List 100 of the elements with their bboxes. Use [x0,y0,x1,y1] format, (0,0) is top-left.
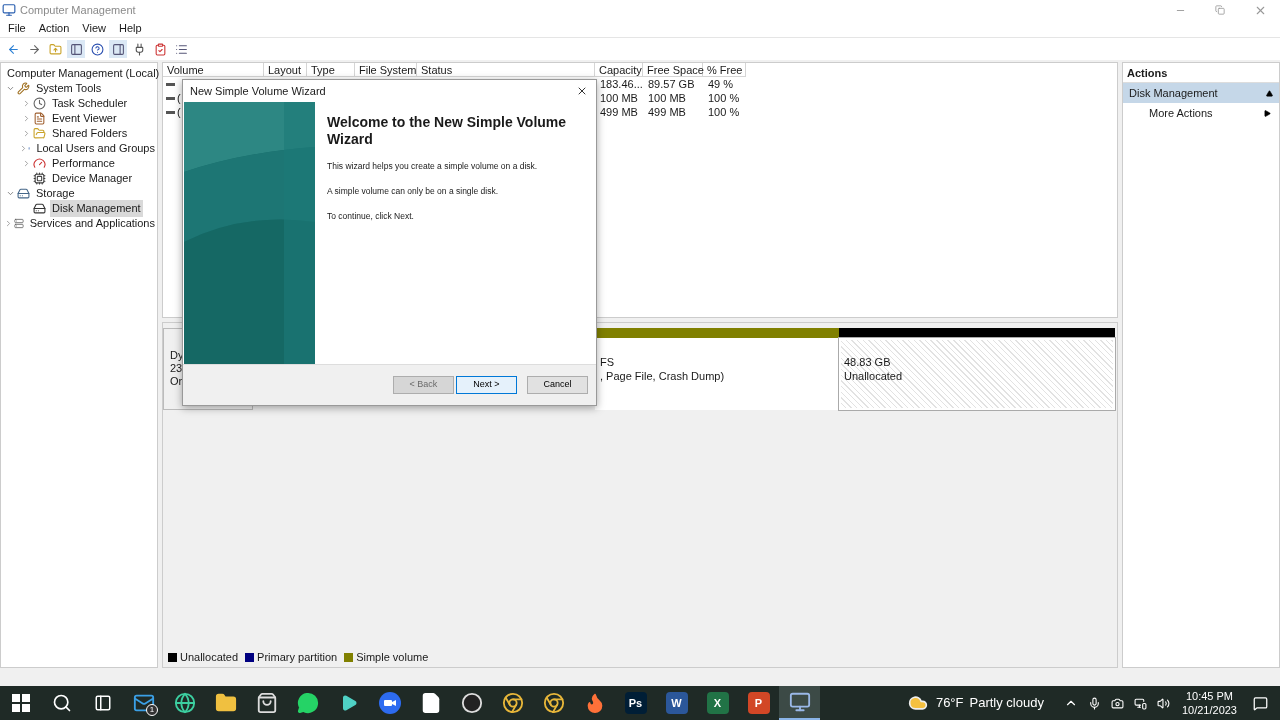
taskbar-button[interactable]: Ps [615,686,656,720]
dialog-text: This wizard helps you create a simple volume on a disk. [327,160,539,173]
table-cell-text: 100 MB [647,90,687,106]
tree-item[interactable]: Local Users and Groups [34,140,157,157]
storage-icon [17,187,30,200]
server-icon [13,217,24,230]
column-header[interactable]: File System [355,63,417,77]
microphone-icon[interactable] [1087,696,1101,710]
dialog-button[interactable]: Cancel [527,376,588,394]
folder-icon [33,127,46,140]
menu-item[interactable]: File [8,20,26,37]
taskbar-button[interactable]: W [656,686,697,720]
action-item[interactable]: More Actions [1123,103,1279,123]
restore-icon [1215,5,1225,15]
badge: 1 [146,704,158,716]
clipboard-check-icon [153,42,167,56]
taskbar-button[interactable]: P [738,686,779,720]
tree-item[interactable]: Performance [50,155,117,172]
expand-icon[interactable] [5,189,15,198]
tree-item[interactable]: Disk Management [50,200,143,217]
clock-time[interactable]: 10:45 PM [1185,689,1233,703]
window-title: Computer Management [20,2,136,18]
table-cell-text: 499 MB [599,104,639,120]
column-header[interactable]: Free Space [643,63,703,77]
column-header[interactable]: Capacity [595,63,643,77]
tree-item[interactable]: Task Scheduler [50,95,130,112]
panel-left-icon [69,42,83,56]
help-icon [90,42,104,56]
submenu-arrow-icon [1264,109,1271,117]
table-cell-text: 100 % [707,90,741,106]
tree-item[interactable]: Services and Applications [27,215,157,232]
folder-icon [214,692,237,714]
legend-label: Simple volume [356,649,429,665]
gauge-icon [33,157,46,170]
windows-logo-icon [11,694,30,712]
computer-icon [788,691,811,713]
app-logo-icon: Ps [624,692,647,714]
back-icon [6,42,20,56]
toolbar-button[interactable] [88,40,106,58]
table-cell-text: 499 MB [647,104,687,120]
partition-text: FS [600,355,616,369]
log-icon [33,112,46,125]
camera-icon[interactable] [1110,696,1124,710]
collapse-icon [1266,89,1273,97]
folder-up-icon [48,42,62,56]
clock-date[interactable]: 10/21/2023 [1181,703,1237,717]
table-cell-text: 183.46... [599,76,643,92]
column-header[interactable]: Layout [264,63,307,77]
chat-icon [296,692,319,714]
actions-section[interactable]: Disk Management [1123,83,1279,103]
table-cell-text: 89.57 GB [647,76,696,92]
column-header[interactable]: Volume [163,63,264,77]
tree-item[interactable]: Shared Folders [50,125,130,142]
menu-item[interactable]: Action [38,20,70,37]
table-cell-text: 100 MB [599,90,639,106]
tree-item[interactable]: Device Manager [50,170,135,187]
expand-icon[interactable] [5,84,15,93]
menu-item[interactable]: View [82,20,106,37]
clock-icon [33,97,46,110]
tree-item[interactable]: Storage [34,185,77,202]
weather-icon [907,693,928,713]
forward-icon [27,42,41,56]
legend-label: Unallocated [180,649,239,665]
temperature: 76°F [935,694,964,713]
table-cell-text: ( [177,90,181,106]
browser-icon [501,692,524,714]
dialog-button[interactable]: Next > [456,376,517,394]
taskbar-button[interactable]: 1 [123,686,164,720]
partition-text: , Page File, Crash Dump) [600,369,726,383]
panel-right-icon [111,42,125,56]
legend-label: Primary partition [257,649,338,665]
browser-icon [542,692,565,714]
partition-text: Unallocated [844,369,904,383]
task-view-icon [93,694,112,712]
browser-icon [173,692,196,714]
dialog-title: New Simple Volume Wizard [190,83,326,99]
video-call-icon [378,692,401,714]
network-icon[interactable] [1133,696,1147,710]
toolbar-button[interactable] [109,40,127,58]
tree-item[interactable]: Computer Management (Local) [5,65,162,82]
column-header[interactable]: Type [307,63,355,77]
table-cell-text: 49 % [707,76,735,92]
weather-condition: Partly cloudy [969,694,1044,713]
toolbar-button[interactable] [67,40,85,58]
app-logo-icon: P [747,692,770,714]
tree-item[interactable]: System Tools [34,80,104,97]
app-logo-icon: W [665,692,688,714]
dialog-text: To continue, click Next. [327,209,415,223]
tree-item[interactable]: Event Viewer [50,110,119,127]
record-icon [460,692,483,714]
taskbar-button[interactable]: X [697,686,738,720]
column-header[interactable]: Status [417,63,595,77]
list-icon [174,42,188,56]
app-logo-icon: X [706,692,729,714]
menu-item[interactable]: Help [118,20,142,37]
app-icon [2,3,16,17]
wrench-icon [17,82,30,95]
device-icon [33,172,46,185]
notifications-icon[interactable] [1253,695,1268,711]
column-header[interactable]: % Free [703,63,746,77]
